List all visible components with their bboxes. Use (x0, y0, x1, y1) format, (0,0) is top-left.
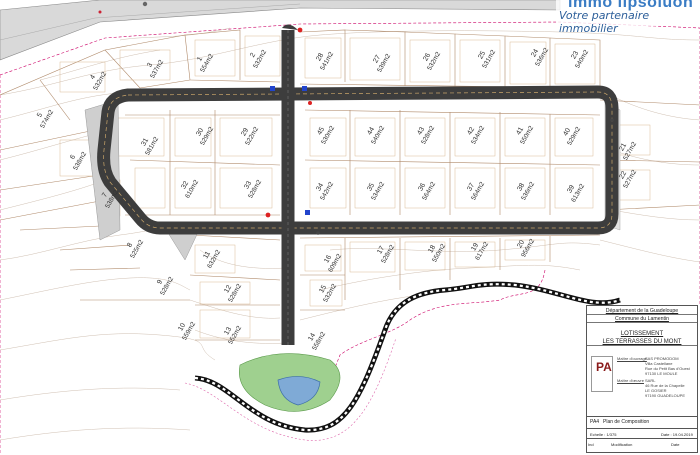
pa-logo-icon: PA (592, 357, 612, 391)
logo-letters: PA (596, 360, 612, 374)
revision-index-header: Ind (588, 442, 594, 447)
divider (587, 416, 697, 417)
lot-label: 16609m2 (323, 253, 343, 274)
lot-label: 32610m2 (180, 179, 200, 200)
title-block: Département de la Guadeloupe Commune du … (586, 305, 698, 453)
lot-label: 39613m2 (566, 183, 586, 204)
lot-label: 11632m2 (202, 249, 222, 270)
lot-label: 40529m2 (562, 126, 582, 147)
lot-label: 19617m2 (470, 241, 490, 262)
lot-label: 36564m2 (417, 181, 437, 202)
maitre-ouvrage-label: Maître d'ouvrage (617, 356, 647, 361)
lot-label: 20956m2 (516, 238, 536, 259)
site-plan-view: 1 554m2 2 532m2 3 537m2 4 532m2 5 574m2 6 538m2 7 538… (0, 0, 700, 455)
divider (587, 428, 697, 429)
lot-label: 45530m2 (316, 125, 336, 146)
lot-label: 26532m2 (422, 51, 442, 72)
lot-label: 25531m2 (477, 49, 497, 70)
lot-label: 42534m2 (466, 125, 486, 146)
lot-label: 28541m2 (315, 51, 335, 72)
lot-label: 38536m2 (516, 181, 536, 202)
lot-label: 30529m2 (195, 126, 215, 147)
lot-label: 17528m2 (376, 244, 396, 265)
lot-label: 12528m2 (223, 283, 243, 304)
lot-label: 6538m2 (69, 151, 88, 172)
lot-label: 41550m2 (515, 125, 535, 146)
lot-label: 15532m2 (318, 283, 338, 304)
revision-modif-header: Modification (611, 442, 633, 447)
commune-label: Commune du Lamentin (587, 316, 697, 323)
lot-label: 33528m2 (243, 179, 263, 200)
lot-label: 34542m2 (315, 181, 335, 202)
architect-logo: PA (591, 356, 613, 392)
survey-point-red (98, 10, 102, 14)
lot-label: 35534m2 (366, 181, 386, 202)
lot-label: 24536m2 (530, 47, 550, 68)
lot-label: 29522m2 (240, 126, 260, 147)
scale-label: Echelle : 1/375 (590, 432, 617, 437)
lot-label: 44540m2 (366, 125, 386, 146)
revision-date-header: Date (671, 442, 680, 447)
loop-road-curb (103, 91, 613, 229)
lot-label: 9528m2 (156, 276, 175, 297)
lot-label: 27539m2 (372, 53, 392, 74)
survey-point (142, 1, 148, 7)
maitre-oeuvre-line4: 97190 GUADELOUPE (645, 393, 686, 398)
stream-pattern (194, 283, 621, 432)
lot-label: 1554m2 (196, 53, 215, 74)
lot-label: 14558m2 (307, 331, 327, 352)
lot-label: 3537m2 (146, 59, 165, 80)
sheet-code: PA4 (590, 419, 600, 425)
lot-label: 43528m2 (416, 125, 436, 146)
project-title-line2: LES TERRASSES DU MONT (587, 339, 697, 346)
stream (194, 281, 621, 433)
lot-label: 8525m2 (126, 239, 145, 260)
sheet-title: Plan de Composition (603, 419, 650, 425)
maitre-oeuvre-label: Maître d'œuvre (617, 378, 644, 383)
lot-label: 37564m2 (466, 181, 486, 202)
lot-label: 31581m2 (140, 136, 160, 157)
brand-tagline: Votre partenaire immobilier (559, 9, 650, 35)
lot-label: 10559m2 (177, 321, 197, 342)
departement-label: Département de la Guadeloupe (587, 308, 697, 315)
date-label: Date : 19.04.2019 (661, 432, 693, 437)
lot-label: 23540m2 (570, 49, 590, 70)
lot-label: 2532m2 (249, 49, 268, 70)
maitre-ouvrage-line4: 97130 LE MOULE (645, 371, 678, 376)
lot-label: 18550m2 (427, 243, 447, 264)
loop-road (97, 85, 619, 235)
divider (587, 438, 697, 439)
project-title-line1: LOTISSEMENT (620, 331, 664, 337)
lot-label: 13552m2 (223, 325, 243, 346)
